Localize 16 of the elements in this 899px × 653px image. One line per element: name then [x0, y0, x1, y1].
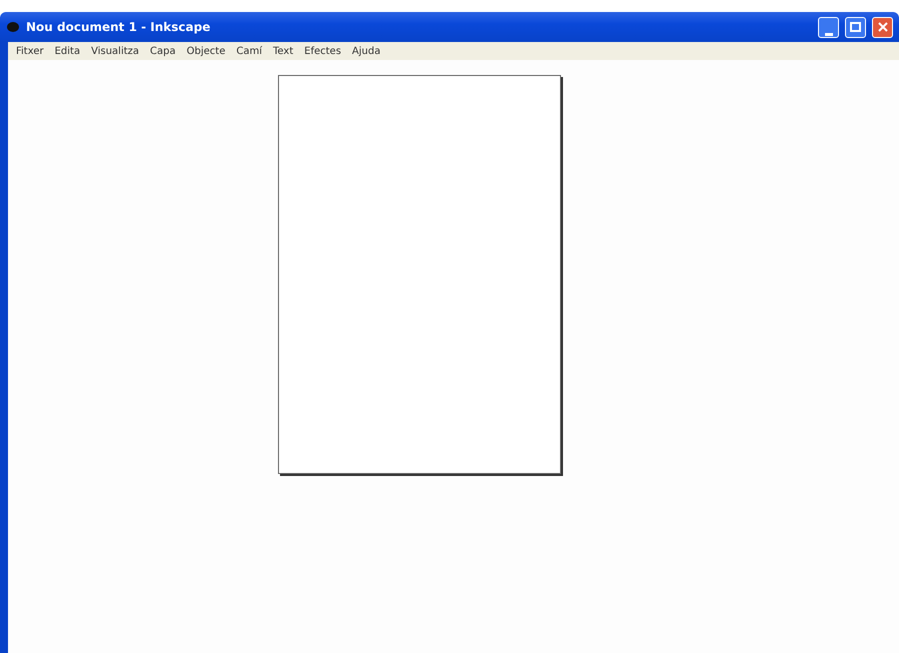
menu-item[interactable]: Camí — [236, 46, 262, 56]
menu-item[interactable]: Edita — [54, 46, 80, 56]
minimize-icon — [824, 30, 832, 36]
menu-item[interactable]: Objecte — [186, 46, 226, 56]
window-title: Nou document 1 - Inkscape — [26, 20, 212, 34]
menu-item[interactable]: Fitxer — [16, 46, 44, 56]
menu-item[interactable]: Visualitza — [91, 46, 140, 56]
close-button[interactable] — [872, 16, 893, 38]
minimize-button[interactable] — [818, 16, 839, 38]
menu-item[interactable]: Ajuda — [352, 46, 380, 56]
maximize-button[interactable] — [845, 16, 866, 38]
maximize-icon — [850, 22, 861, 32]
menu-item[interactable]: Text — [273, 46, 294, 56]
menu-item[interactable]: Capa — [150, 46, 176, 56]
close-icon — [878, 22, 888, 32]
menu-item[interactable]: Efectes — [304, 46, 342, 56]
